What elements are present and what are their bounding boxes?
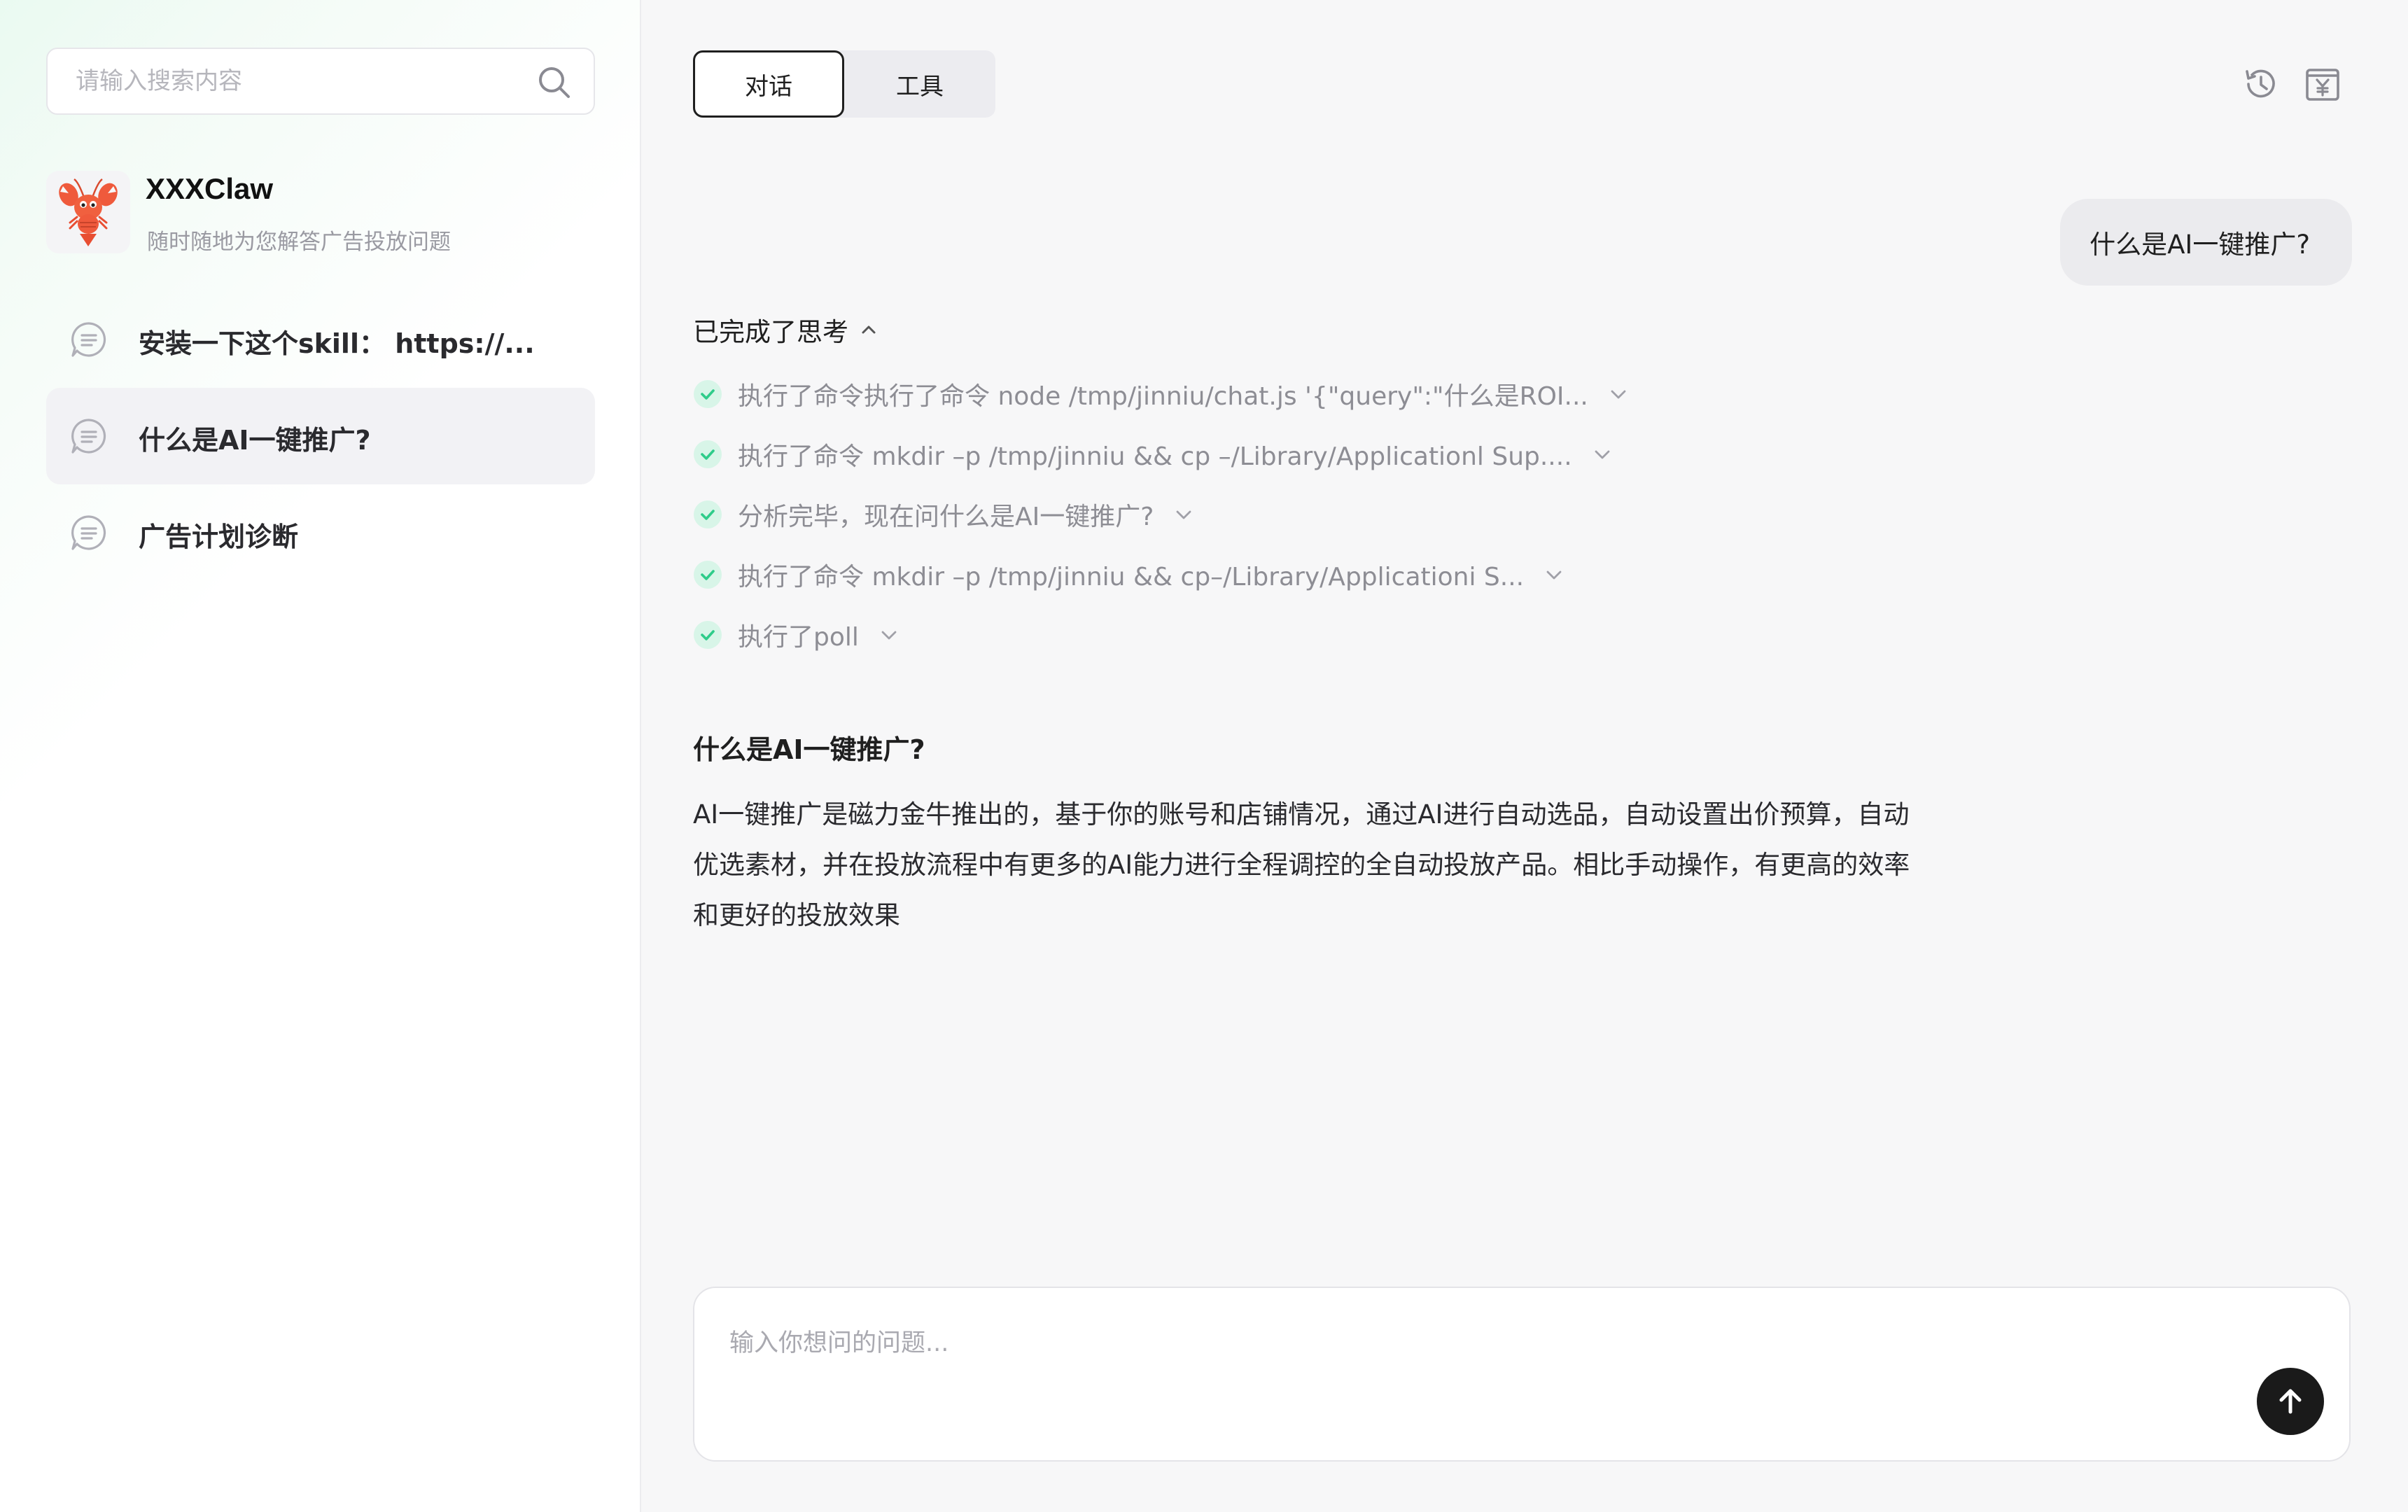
tab-tools[interactable]: 工具: [844, 50, 995, 118]
thinking-step[interactable]: 分析完毕，现在问什么是AI一键推广?: [693, 484, 1630, 545]
thinking-step[interactable]: 执行了命令 mkdir –p /tmp/jinniu && cp –/Libra…: [693, 424, 1630, 484]
agent-name: XXXClaw: [146, 172, 274, 205]
chat-bubble-icon: [71, 322, 106, 357]
check-circle-icon: [694, 380, 722, 408]
answer-body: AI一键推广是磁力金牛推出的，基于你的账号和店铺情况，通过AI进行自动选品，自动…: [693, 799, 1910, 930]
history-item-label: 广告计划诊断: [139, 522, 299, 552]
send-button[interactable]: [2257, 1368, 2324, 1435]
check-circle-icon: [694, 561, 722, 589]
thinking-step[interactable]: 执行了命令执行了命令 node /tmp/jinniu/chat.js '{"q…: [693, 364, 1630, 424]
thinking-step-text: 执行了命令 mkdir –p /tmp/jinniu && cp –/Libra…: [738, 442, 1572, 471]
sidebar: XXXClaw 随时随地为您解答广告投放问题 安装一下这个skill： http…: [0, 0, 641, 1512]
avatar: [46, 171, 130, 253]
chevron-down-icon[interactable]: [1590, 442, 1614, 466]
chat-bubble-icon: [71, 419, 106, 454]
chat-bubble-icon: [71, 515, 106, 550]
main-panel: 对话 工具 什么是AI一键推广? 已完成了思考 执行了命令执行了命令 node …: [643, 0, 2408, 1512]
history-item-label: 安装一下这个skill： https://...: [139, 328, 535, 359]
history-icon[interactable]: [2240, 63, 2282, 105]
thinking-step-text: 执行了命令执行了命令 node /tmp/jinniu/chat.js '{"q…: [738, 382, 1588, 411]
tab-chat[interactable]: 对话: [693, 50, 844, 118]
chevron-down-icon[interactable]: [1606, 382, 1630, 406]
search-input[interactable]: [76, 49, 524, 113]
thinking-steps: 执行了命令执行了命令 node /tmp/jinniu/chat.js '{"q…: [693, 364, 1630, 665]
answer-title: 什么是AI一键推广?: [693, 734, 925, 765]
check-circle-icon: [694, 440, 722, 468]
check-circle-icon: [694, 621, 722, 649]
history-item-install-skill[interactable]: 安装一下这个skill： https://...: [46, 291, 595, 388]
thinking-step-text: 执行了poll: [738, 623, 859, 652]
chevron-down-icon[interactable]: [877, 623, 901, 647]
search-icon[interactable]: [535, 63, 574, 102]
arrow-up-icon: [2279, 1389, 2302, 1414]
chevron-up-icon: [862, 326, 876, 334]
history-item-ai-promo[interactable]: 什么是AI一键推广?: [46, 388, 595, 484]
history-item-label: 什么是AI一键推广?: [139, 425, 371, 456]
thinking-toggle[interactable]: 已完成了思考: [693, 311, 879, 349]
check-circle-icon: [694, 500, 722, 528]
search-box[interactable]: [46, 48, 595, 115]
history-item-ad-diagnosis[interactable]: 广告计划诊断: [46, 484, 595, 581]
thinking-step[interactable]: 执行了poll: [693, 605, 1630, 665]
lobster-icon: [59, 178, 118, 246]
yen-bill-icon[interactable]: [2302, 63, 2344, 105]
history-list: 安装一下这个skill： https://... 什么是AI一键推广? 广告计划…: [46, 291, 595, 581]
user-message-bubble: 什么是AI一键推广?: [2060, 199, 2352, 286]
chevron-down-icon[interactable]: [1172, 503, 1196, 526]
tab-switcher: 对话 工具: [693, 50, 995, 118]
agent-card[interactable]: XXXClaw 随时随地为您解答广告投放问题: [46, 171, 595, 255]
thinking-step[interactable]: 执行了命令 mkdir –p /tmp/jinniu && cp–/Librar…: [693, 545, 1630, 605]
message-input[interactable]: [729, 1323, 2234, 1428]
thinking-step-text: 分析完毕，现在问什么是AI一键推广?: [738, 503, 1154, 531]
chevron-down-icon[interactable]: [1542, 563, 1566, 587]
agent-description: 随时随地为您解答广告投放问题: [147, 230, 451, 255]
thinking-step-text: 执行了命令 mkdir –p /tmp/jinniu && cp–/Librar…: [738, 563, 1525, 592]
message-composer[interactable]: [693, 1287, 2351, 1462]
thinking-header-label: 已完成了思考: [693, 317, 848, 347]
